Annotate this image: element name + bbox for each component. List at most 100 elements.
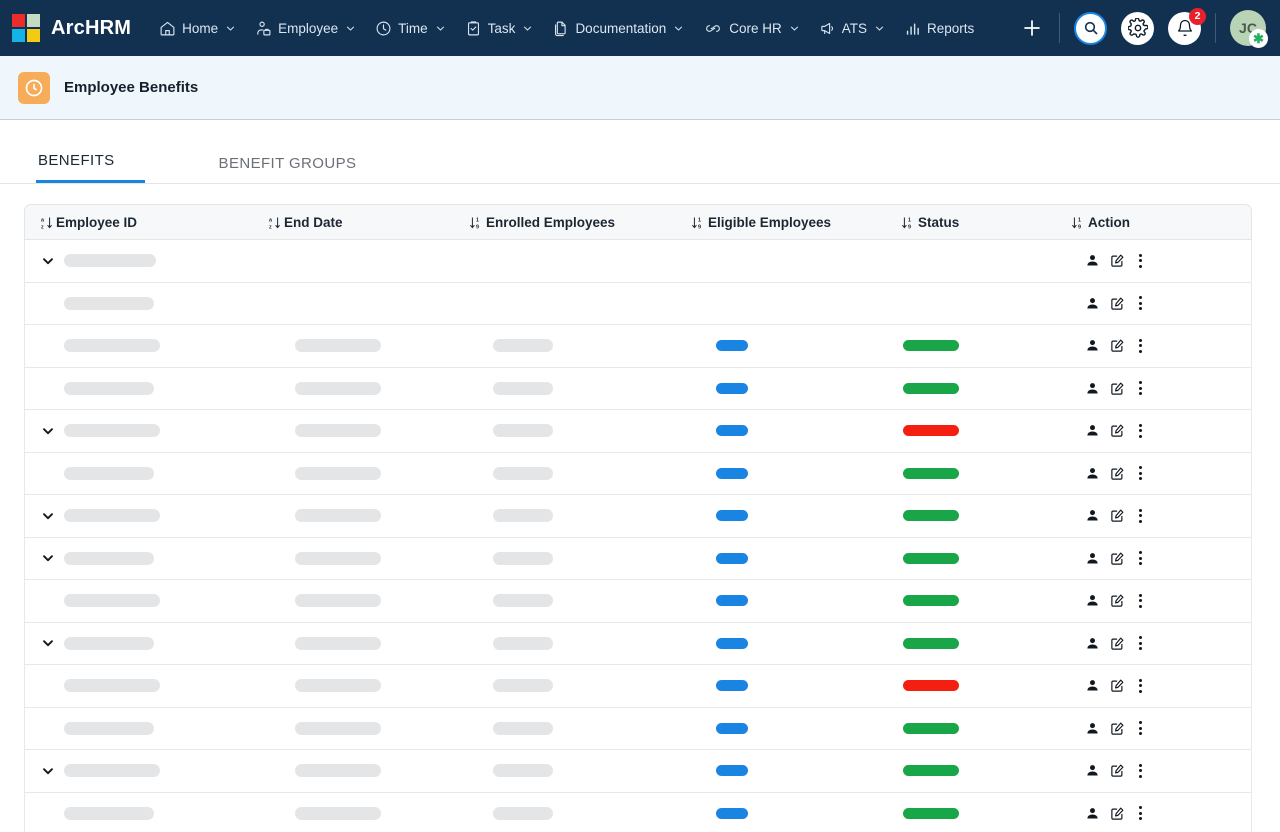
chevron-down-icon[interactable]: [41, 551, 55, 565]
edit-icon[interactable]: [1110, 721, 1125, 736]
column-header-action[interactable]: 1 9 Action: [1071, 204, 1252, 240]
nav-item-core-hr[interactable]: Core HR: [693, 12, 809, 45]
sort-numeric-icon[interactable]: 19: [1071, 215, 1086, 230]
chevron-down-icon[interactable]: [523, 24, 532, 33]
tab-benefits[interactable]: BENEFITS: [36, 152, 145, 183]
chevron-down-icon[interactable]: [790, 24, 799, 33]
table-row[interactable]: [24, 367, 1252, 410]
table-row[interactable]: [24, 452, 1252, 495]
person-icon[interactable]: [1085, 678, 1100, 693]
more-vertical-icon[interactable]: [1135, 551, 1146, 566]
table-row[interactable]: [24, 707, 1252, 750]
cell-enrolled-employees: [469, 793, 691, 832]
chevron-down-icon[interactable]: [674, 24, 683, 33]
edit-icon[interactable]: [1110, 466, 1125, 481]
chevron-down-icon[interactable]: [346, 24, 355, 33]
nav-item-documentation[interactable]: Documentation: [542, 12, 693, 45]
edit-icon[interactable]: [1110, 381, 1125, 396]
more-vertical-icon[interactable]: [1135, 636, 1146, 651]
table-row[interactable]: [24, 792, 1252, 832]
person-icon[interactable]: [1085, 636, 1100, 651]
table-row[interactable]: [24, 240, 1252, 283]
bell-icon[interactable]: 2: [1168, 7, 1206, 45]
person-icon[interactable]: [1085, 338, 1100, 353]
nav-item-time[interactable]: Time: [365, 12, 455, 45]
column-header-end-date[interactable]: a z End Date: [269, 204, 469, 240]
tab-benefit-groups[interactable]: BENEFIT GROUPS: [217, 155, 371, 183]
sort-numeric-icon[interactable]: 19: [469, 215, 484, 230]
nav-item-task[interactable]: Task: [455, 12, 543, 45]
edit-icon[interactable]: [1110, 296, 1125, 311]
gear-icon[interactable]: [1121, 11, 1154, 45]
more-vertical-icon[interactable]: [1135, 806, 1146, 821]
more-vertical-icon[interactable]: [1135, 593, 1146, 608]
column-header-eligible-employees[interactable]: 1 9 Eligible Employees: [691, 204, 901, 240]
chevron-down-icon[interactable]: [41, 254, 55, 268]
plus-icon[interactable]: [1019, 15, 1045, 41]
nav-item-home[interactable]: Home: [149, 12, 245, 45]
avatar[interactable]: JC ✱: [1230, 10, 1268, 48]
table-row[interactable]: [24, 580, 1252, 623]
chevron-down-icon[interactable]: [875, 24, 884, 33]
person-icon[interactable]: [1085, 508, 1100, 523]
person-icon[interactable]: [1085, 253, 1100, 268]
more-vertical-icon[interactable]: [1135, 678, 1146, 693]
edit-icon[interactable]: [1110, 551, 1125, 566]
table-row[interactable]: [24, 537, 1252, 580]
edit-icon[interactable]: [1110, 508, 1125, 523]
edit-icon[interactable]: [1110, 423, 1125, 438]
person-icon[interactable]: [1085, 593, 1100, 608]
chevron-down-icon[interactable]: [41, 509, 55, 523]
sort-numeric-icon[interactable]: 19: [691, 215, 706, 230]
column-header-enrolled-employees[interactable]: 1 9 Enrolled Employees: [469, 204, 691, 240]
edit-icon[interactable]: [1110, 806, 1125, 821]
sort-alpha-icon[interactable]: az: [41, 215, 54, 230]
table-row[interactable]: [24, 325, 1252, 368]
chevron-down-icon[interactable]: [41, 764, 55, 778]
logo-icon: [12, 14, 40, 42]
search-icon[interactable]: [1074, 11, 1107, 45]
column-header-employee-id[interactable]: a z Employee ID: [24, 204, 269, 240]
person-icon[interactable]: [1085, 296, 1100, 311]
more-vertical-icon[interactable]: [1135, 721, 1146, 736]
more-vertical-icon[interactable]: [1135, 466, 1146, 481]
person-icon[interactable]: [1085, 721, 1100, 736]
column-header-status[interactable]: 1 9 Status: [901, 204, 1071, 240]
edit-icon[interactable]: [1110, 678, 1125, 693]
person-icon[interactable]: [1085, 423, 1100, 438]
brand-logo[interactable]: ArcHRM: [12, 14, 131, 42]
person-icon[interactable]: [1085, 466, 1100, 481]
table-row[interactable]: [24, 495, 1252, 538]
edit-icon[interactable]: [1110, 593, 1125, 608]
chevron-down-icon[interactable]: [436, 24, 445, 33]
more-vertical-icon[interactable]: [1135, 508, 1146, 523]
nav-item-reports[interactable]: Reports: [894, 12, 984, 45]
sort-numeric-icon[interactable]: 19: [901, 215, 916, 230]
table-row[interactable]: [24, 665, 1252, 708]
more-vertical-icon[interactable]: [1135, 296, 1146, 311]
person-icon[interactable]: [1085, 551, 1100, 566]
more-vertical-icon[interactable]: [1135, 253, 1146, 268]
more-vertical-icon[interactable]: [1135, 381, 1146, 396]
chevron-down-icon[interactable]: [41, 636, 55, 650]
sort-alpha-icon[interactable]: az: [269, 215, 282, 230]
edit-icon[interactable]: [1110, 763, 1125, 778]
column-header-label: End Date: [284, 214, 343, 230]
more-vertical-icon[interactable]: [1135, 423, 1146, 438]
person-icon[interactable]: [1085, 763, 1100, 778]
person-icon[interactable]: [1085, 806, 1100, 821]
more-vertical-icon[interactable]: [1135, 763, 1146, 778]
nav-item-ats[interactable]: ATS: [809, 12, 894, 45]
more-vertical-icon[interactable]: [1135, 338, 1146, 353]
edit-icon[interactable]: [1110, 253, 1125, 268]
table-row[interactable]: [24, 282, 1252, 325]
person-icon[interactable]: [1085, 381, 1100, 396]
chevron-down-icon[interactable]: [226, 24, 235, 33]
nav-item-employee[interactable]: Employee: [245, 12, 365, 45]
table-row[interactable]: [24, 410, 1252, 453]
chevron-down-icon[interactable]: [41, 424, 55, 438]
edit-icon[interactable]: [1110, 338, 1125, 353]
table-row[interactable]: [24, 622, 1252, 665]
edit-icon[interactable]: [1110, 636, 1125, 651]
table-row[interactable]: [24, 750, 1252, 793]
